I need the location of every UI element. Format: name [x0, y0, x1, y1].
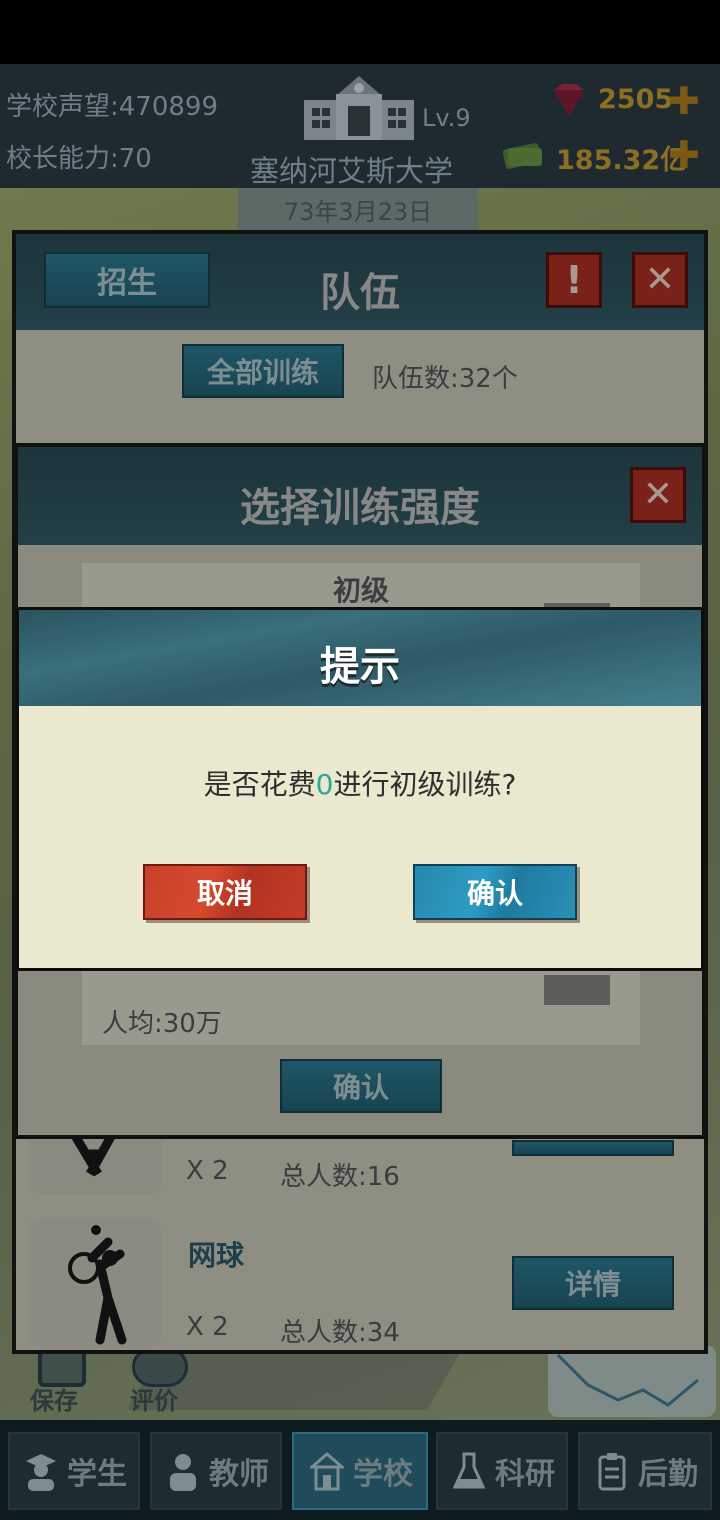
tab-logistics[interactable]: 后勤 — [578, 1432, 712, 1510]
tennis-details-button[interactable]: 详情 — [512, 1256, 674, 1310]
date-text: 73年3月23日 — [283, 198, 433, 226]
cancel-button[interactable]: 取消 — [143, 864, 307, 920]
train-all-button[interactable]: 全部训练 — [182, 344, 344, 398]
tab-teachers[interactable]: 教师 — [150, 1432, 282, 1510]
reputation-value: 470899 — [118, 92, 219, 122]
school-building-icon[interactable] — [300, 72, 418, 142]
reputation-label: 学校声望: — [6, 92, 119, 122]
dialog-title: 提示 — [320, 644, 400, 690]
row2-multiplier: X 2 — [186, 1312, 229, 1342]
tab-research-label: 科研 — [495, 1457, 555, 1492]
clipboard-icon — [592, 1449, 632, 1493]
ability-label: 校长能力: — [6, 144, 119, 174]
tab-school[interactable]: 学校 — [292, 1432, 428, 1510]
stats-graph-widget[interactable] — [548, 1345, 716, 1417]
ability-row: 校长能力:70 — [6, 138, 152, 175]
school-icon — [307, 1449, 347, 1493]
save-label: 保存 — [30, 1387, 78, 1415]
tab-research[interactable]: 科研 — [436, 1432, 568, 1510]
reputation-row: 学校声望:470899 — [6, 86, 218, 123]
save-button[interactable]: 保存 — [22, 1345, 102, 1415]
date-banner: 73年3月23日 — [238, 188, 478, 236]
school-level: Lv.9 — [422, 104, 471, 132]
dialog-message: 是否花费0进行初级训练? — [19, 763, 701, 803]
intensity-panel-title: 选择训练强度 — [240, 485, 480, 531]
teacher-icon — [163, 1449, 203, 1493]
rate-button[interactable]: 评价 — [120, 1345, 200, 1415]
dialog-cost: 0 — [315, 768, 334, 801]
row2-total: 总人数:34 — [280, 1318, 400, 1348]
team-count: 队伍数:32个 — [372, 364, 518, 394]
rate-label: 评价 — [130, 1387, 178, 1415]
row1-total: 总人数:16 — [280, 1162, 400, 1192]
per-capita: 人均:30万 — [102, 1009, 222, 1039]
dialog-message-suffix: 进行初级训练? — [333, 768, 517, 801]
tennis-icon — [28, 1218, 162, 1348]
close-intensity-panel-icon[interactable]: ✕ — [630, 467, 686, 523]
ability-value: 70 — [118, 144, 152, 174]
confirm-button[interactable]: 确认 — [413, 864, 577, 920]
gem-icon — [548, 82, 590, 118]
add-gems-icon[interactable]: ✚ — [668, 82, 700, 120]
status-bar — [0, 0, 720, 64]
tab-school-label: 学校 — [353, 1457, 413, 1492]
tab-students-label: 学生 — [67, 1457, 127, 1492]
flask-icon — [449, 1449, 489, 1493]
money-icon — [500, 136, 546, 172]
gems-value: 2505 — [598, 84, 674, 115]
student-icon — [21, 1449, 61, 1493]
confirm-dialog: 提示 是否花费0进行初级训练? 取消 确认 — [16, 607, 704, 971]
dialog-message-prefix: 是否花费 — [203, 768, 316, 801]
close-team-panel-icon[interactable]: ✕ — [632, 252, 688, 308]
tab-students[interactable]: 学生 — [8, 1432, 140, 1510]
tab-logistics-label: 后勤 — [638, 1457, 698, 1492]
tab-teachers-label: 教师 — [209, 1457, 269, 1492]
alert-icon[interactable]: ! — [546, 252, 602, 308]
add-money-icon[interactable]: ✚ — [668, 136, 700, 174]
top-hud: 学校声望:470899 校长能力:70 Lv.9 塞纳河艾斯大学 2505 ✚ … — [0, 64, 720, 188]
intensity-confirm-button[interactable]: 确认 — [280, 1059, 442, 1113]
row2-name: 网球 — [188, 1239, 245, 1272]
row1-multiplier: X 2 — [186, 1156, 229, 1186]
intensity-option-box-2[interactable] — [544, 975, 610, 1005]
school-name: 塞纳河艾斯大学 — [250, 154, 454, 188]
row1-details-button-edge[interactable] — [512, 1140, 674, 1156]
